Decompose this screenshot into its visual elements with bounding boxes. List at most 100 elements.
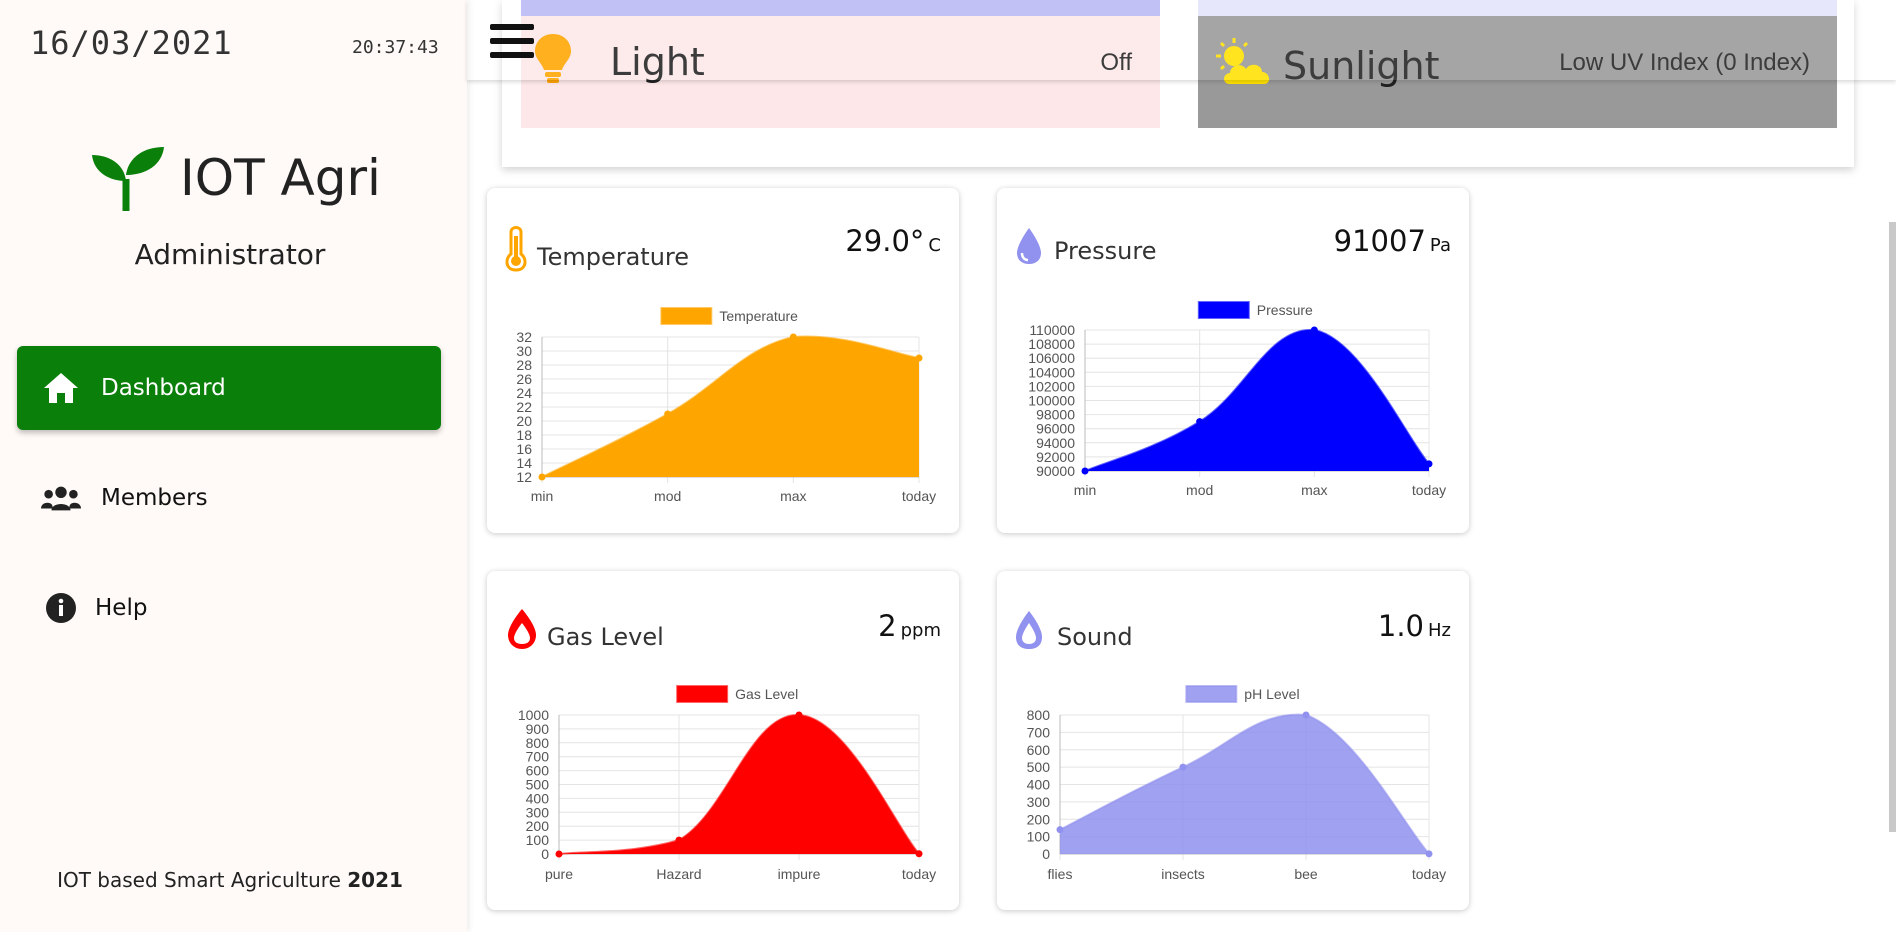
data-point[interactable] — [1425, 850, 1433, 858]
data-point[interactable] — [675, 836, 683, 844]
y-tick-label: 12 — [516, 469, 532, 485]
legend-label[interactable]: pH Level — [1244, 686, 1299, 702]
y-tick-label: 14 — [516, 455, 532, 471]
y-tick-label: 24 — [516, 385, 532, 401]
x-tick-label: max — [1301, 482, 1327, 498]
x-tick-label: today — [1412, 482, 1446, 498]
temperature-chart: 1214161820222426283032 min mod max today Temp… — [516, 307, 936, 504]
y-tick-label: 28 — [516, 357, 532, 373]
x-tick-label: impure — [778, 866, 821, 882]
y-tick-label: 104000 — [1028, 364, 1075, 380]
y-tick-label: 110000 — [1029, 322, 1075, 338]
legend-swatch[interactable] — [676, 685, 729, 703]
data-point[interactable] — [538, 473, 546, 481]
y-tick-label: 100 — [1027, 829, 1051, 845]
menu-toggle-button[interactable] — [490, 24, 534, 62]
data-point[interactable] — [555, 850, 563, 858]
sound-card: Sound 1.0 Hz 0 100 200 300 400 500 600 700 800 fli… — [997, 571, 1469, 910]
y-tick-label: 16 — [516, 441, 532, 457]
y-tick-label: 700 — [526, 749, 550, 765]
legend-label[interactable]: Gas Level — [735, 686, 798, 702]
data-point[interactable] — [1081, 467, 1089, 475]
y-tick-label: 20 — [516, 413, 532, 429]
brand-title: IOT Agri — [180, 149, 381, 207]
nav-dashboard[interactable]: Dashboard — [17, 346, 441, 430]
users-icon — [41, 478, 81, 518]
y-tick-label: 700 — [1027, 724, 1051, 740]
x-tick-label: min — [1074, 482, 1097, 498]
y-tick-label: 300 — [526, 804, 550, 820]
x-tick-label: mod — [1186, 482, 1213, 498]
x-tick-label: today — [902, 866, 936, 882]
y-tick-label: 500 — [526, 777, 550, 793]
date-display: 16/03/2021 — [30, 24, 233, 62]
home-icon — [41, 368, 81, 408]
data-point[interactable] — [1425, 460, 1433, 468]
y-tick-label: 1000 — [518, 707, 549, 723]
y-tick-label: 106000 — [1028, 350, 1075, 366]
info-icon — [41, 588, 81, 628]
x-tick-label: mod — [654, 488, 681, 504]
data-point[interactable] — [1196, 418, 1204, 426]
data-point[interactable] — [664, 410, 672, 418]
nav-help-label: Help — [95, 595, 148, 621]
legend-swatch[interactable] — [660, 307, 713, 325]
user-role: Administrator — [134, 238, 326, 271]
x-tick-label: insects — [1161, 866, 1205, 882]
y-tick-label: 600 — [1027, 742, 1051, 758]
gas-level-chart: 01002003004005006007008009001000 pure Haza… — [518, 685, 936, 882]
x-tick-label: today — [1412, 866, 1446, 882]
x-tick-label: pure — [545, 866, 573, 882]
y-tick-label: 500 — [1027, 759, 1051, 775]
hamburger-line — [490, 38, 534, 44]
y-tick-label: 18 — [516, 427, 532, 443]
footer-year: 2021 — [347, 868, 403, 892]
y-tick-label: 800 — [1027, 707, 1051, 723]
pressure-chart: 9000092000940009600098000100000102000104… — [1028, 301, 1446, 498]
legend-label[interactable]: Temperature — [719, 308, 798, 324]
sprout-logo-icon — [92, 147, 164, 211]
y-tick-label: 0 — [541, 846, 549, 862]
top-header-bar — [467, 0, 1896, 80]
pressure-card: Pressure 91007 Pa 90000 92000 94000 96000 980… — [997, 188, 1469, 533]
footer-credit: IOT based Smart Agriculture 2021 — [0, 868, 460, 892]
nav-dashboard-label: Dashboard — [101, 375, 226, 401]
y-tick-label: 100000 — [1028, 393, 1075, 409]
y-tick-label: 98000 — [1036, 407, 1075, 423]
temperature-card: Temperature 29.0° C 12 14 16 18 20 22 24 26 28 30 3… — [487, 188, 959, 533]
y-tick-label: 94000 — [1036, 435, 1075, 451]
legend-swatch[interactable] — [1185, 685, 1238, 703]
x-tick-label: Hazard — [656, 866, 701, 882]
y-tick-label: 200 — [1027, 811, 1051, 827]
data-point[interactable] — [915, 354, 923, 362]
y-tick-label: 30 — [516, 343, 532, 359]
x-tick-label: max — [780, 488, 806, 504]
y-tick-label: 92000 — [1036, 449, 1075, 465]
y-tick-label: 102000 — [1028, 378, 1075, 394]
hamburger-line — [490, 52, 534, 58]
nav-help[interactable]: Help — [17, 566, 441, 650]
y-tick-label: 400 — [526, 790, 550, 806]
data-point[interactable] — [1179, 763, 1187, 771]
y-tick-label: 96000 — [1036, 421, 1075, 437]
footer-text: IOT based Smart Agriculture — [57, 868, 341, 892]
data-point[interactable] — [1302, 711, 1310, 719]
nav-members[interactable]: Members — [17, 456, 441, 540]
sound-chart: 0100 200300400 500600 700800 flies insects bee… — [1027, 685, 1446, 882]
data-point[interactable] — [795, 711, 803, 719]
x-tick-label: bee — [1294, 866, 1318, 882]
data-point[interactable] — [915, 850, 923, 858]
y-tick-label: 22 — [516, 399, 532, 415]
x-tick-label: min — [531, 488, 554, 504]
data-point[interactable] — [1310, 326, 1318, 334]
legend-swatch[interactable] — [1197, 301, 1250, 319]
page-scrollbar[interactable] — [1889, 222, 1896, 832]
data-point[interactable] — [1056, 826, 1064, 834]
time-display: 20:37:43 — [352, 37, 439, 58]
y-tick-label: 300 — [1027, 794, 1051, 810]
data-point[interactable] — [789, 333, 797, 341]
y-tick-label: 400 — [1027, 777, 1051, 793]
nav-members-label: Members — [101, 485, 208, 511]
legend-label[interactable]: Pressure — [1257, 302, 1313, 318]
x-tick-label: today — [902, 488, 936, 504]
